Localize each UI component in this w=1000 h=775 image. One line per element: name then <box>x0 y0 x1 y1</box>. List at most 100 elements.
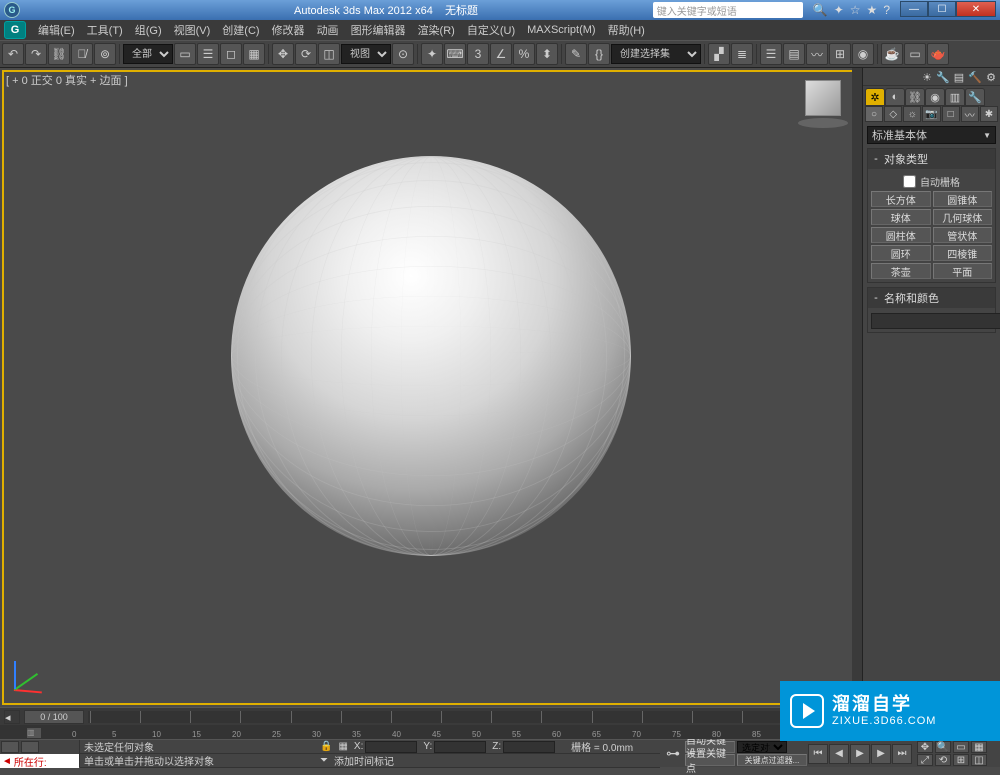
light-icon[interactable]: ☀ <box>920 70 934 84</box>
add-time-tag-button[interactable]: 添加时间标记 <box>334 753 394 768</box>
type-cylinder-button[interactable]: 圆柱体 <box>871 227 931 243</box>
tab-utilities[interactable]: 🔧 <box>965 88 985 106</box>
subtab-geometry[interactable]: ○ <box>865 106 883 122</box>
keyfilters-button[interactable]: 关键点过滤器... <box>737 754 807 766</box>
primitive-category-dropdown[interactable]: 标准基本体 <box>867 126 996 144</box>
menu-customize[interactable]: 自定义(U) <box>461 22 521 38</box>
type-torus-button[interactable]: 圆环 <box>871 245 931 261</box>
viewport-label[interactable]: [ + 0 正交 0 真实 + 边面 ] <box>6 72 128 88</box>
subtab-helpers[interactable]: □ <box>942 106 960 122</box>
lock-selection-icon[interactable]: 🔒 <box>320 741 332 752</box>
help-icon[interactable]: ? <box>883 3 890 17</box>
menu-help[interactable]: 帮助(H) <box>602 22 651 38</box>
render-production-button[interactable]: 🫖 <box>927 43 949 65</box>
window-crossing-button[interactable]: ▦ <box>243 43 265 65</box>
render-setup-button[interactable]: ☕ <box>881 43 903 65</box>
ref-coord-dropdown[interactable]: 视图 <box>341 44 391 64</box>
rollout-header-object-type[interactable]: 对象类型 <box>868 149 995 169</box>
viewport-divider[interactable] <box>852 68 862 707</box>
trackbar-toggle-icon[interactable]: ▥ <box>26 727 42 739</box>
scene-object-sphere[interactable] <box>231 156 631 556</box>
subtab-shapes[interactable]: ◇ <box>884 106 902 122</box>
time-slider[interactable]: 0 / 100 <box>24 710 84 724</box>
type-plane-button[interactable]: 平面 <box>933 263 993 279</box>
tab-display[interactable]: ▥ <box>945 88 965 106</box>
subtab-systems[interactable]: ✱ <box>980 106 998 122</box>
tab-hierarchy[interactable]: ⛓ <box>905 88 925 106</box>
edit-named-sel-button[interactable]: ✎ <box>565 43 587 65</box>
material-editor-button[interactable]: ◉ <box>852 43 874 65</box>
graphite-tools-button[interactable]: ▤ <box>783 43 805 65</box>
tab-modify[interactable]: ◐ <box>885 88 905 106</box>
connectivity-icon[interactable]: ✦ <box>834 3 844 17</box>
autogrid-checkbox[interactable] <box>903 175 916 188</box>
menu-edit[interactable]: 编辑(E) <box>32 22 81 38</box>
maximize-button[interactable]: ☐ <box>928 1 956 17</box>
subtab-lights[interactable]: ☼ <box>903 106 921 122</box>
application-menu-button[interactable]: G <box>4 21 26 39</box>
named-selection-dropdown[interactable]: 创建选择集 <box>611 44 701 64</box>
infocenter-icon[interactable]: 🔍 <box>813 3 828 17</box>
select-rotate-button[interactable]: ⟳ <box>295 43 317 65</box>
nav-region-icon[interactable]: ◫ <box>971 754 987 766</box>
app-logo-icon[interactable]: G <box>4 2 20 18</box>
type-cone-button[interactable]: 圆锥体 <box>933 191 993 207</box>
schematic-view-button[interactable]: ⊞ <box>829 43 851 65</box>
favorites-icon[interactable]: ★ <box>867 3 878 17</box>
nav-orbit-icon[interactable]: ⟲ <box>935 754 951 766</box>
menu-view[interactable]: 视图(V) <box>168 22 217 38</box>
macro-recorder-icon[interactable] <box>21 741 39 753</box>
type-sphere-button[interactable]: 球体 <box>871 209 931 225</box>
next-frame-button[interactable]: ▶ <box>871 744 891 764</box>
tab-create[interactable]: ✲ <box>865 88 885 106</box>
tab-motion[interactable]: ◉ <box>925 88 945 106</box>
nav-maximize-icon[interactable]: ⊞ <box>953 754 969 766</box>
curve-editor-button[interactable]: 〰 <box>806 43 828 65</box>
z-input[interactable] <box>503 741 555 753</box>
nav-zoomext-icon[interactable]: ⤢ <box>917 754 933 766</box>
select-scale-button[interactable]: ◫ <box>318 43 340 65</box>
utilities-icon[interactable]: ⚙ <box>984 70 998 84</box>
subtab-spacewarps[interactable]: 〰 <box>961 106 979 122</box>
keyboard-shortcut-button[interactable]: ⌨ <box>444 43 466 65</box>
time-tag-icon[interactable]: ⏷ <box>320 755 328 766</box>
type-teapot-button[interactable]: 茶壶 <box>871 263 931 279</box>
nav-zoom-icon[interactable]: 🔍 <box>935 741 951 753</box>
undo-button[interactable]: ↶ <box>2 43 24 65</box>
x-input[interactable] <box>365 741 417 753</box>
coord-display-icon[interactable]: ▦ <box>338 741 347 752</box>
mirror-button[interactable]: ▞ <box>708 43 730 65</box>
menu-animation[interactable]: 动画 <box>311 22 345 38</box>
type-box-button[interactable]: 长方体 <box>871 191 931 207</box>
object-name-input[interactable] <box>871 313 1000 329</box>
menu-create[interactable]: 创建(C) <box>216 22 265 38</box>
hammer-icon[interactable]: 🔨 <box>968 70 982 84</box>
help-search-input[interactable]: 键入关键字或短语 <box>653 2 803 18</box>
layers-button[interactable]: ☰ <box>760 43 782 65</box>
percent-snap-button[interactable]: % <box>513 43 535 65</box>
exchange-icon[interactable]: ☆ <box>850 3 861 17</box>
nav-pan-icon[interactable]: ✥ <box>917 741 933 753</box>
nav-zoomall-icon[interactable]: ▦ <box>971 741 987 753</box>
menu-group[interactable]: 组(G) <box>129 22 168 38</box>
angle-snap-button[interactable]: ∠ <box>490 43 512 65</box>
nav-fov-icon[interactable]: ▭ <box>953 741 969 753</box>
type-geosphere-button[interactable]: 几何球体 <box>933 209 993 225</box>
named-sel-sets-icon[interactable]: {} <box>588 43 610 65</box>
select-object-button[interactable]: ▭ <box>174 43 196 65</box>
minimize-button[interactable]: — <box>900 1 928 17</box>
menu-grapheditors[interactable]: 图形编辑器 <box>345 22 412 38</box>
type-tube-button[interactable]: 管状体 <box>933 227 993 243</box>
link-button[interactable]: ⛓ <box>48 43 70 65</box>
use-pivot-center-button[interactable]: ⊙ <box>392 43 414 65</box>
rendered-frame-button[interactable]: ▭ <box>904 43 926 65</box>
setkey-button[interactable]: 设置关键点 <box>685 754 735 766</box>
viewcube-cube-icon[interactable] <box>805 80 841 116</box>
menu-maxscript[interactable]: MAXScript(M) <box>521 24 601 36</box>
maxscript-mini-listener-icon[interactable] <box>1 741 19 753</box>
wrench-icon[interactable]: 🔧 <box>936 70 950 84</box>
bind-spacewarp-button[interactable]: ⊚ <box>94 43 116 65</box>
prev-frame-button[interactable]: ◀ <box>829 744 849 764</box>
menu-modifiers[interactable]: 修改器 <box>266 22 311 38</box>
close-button[interactable]: ✕ <box>956 1 996 17</box>
